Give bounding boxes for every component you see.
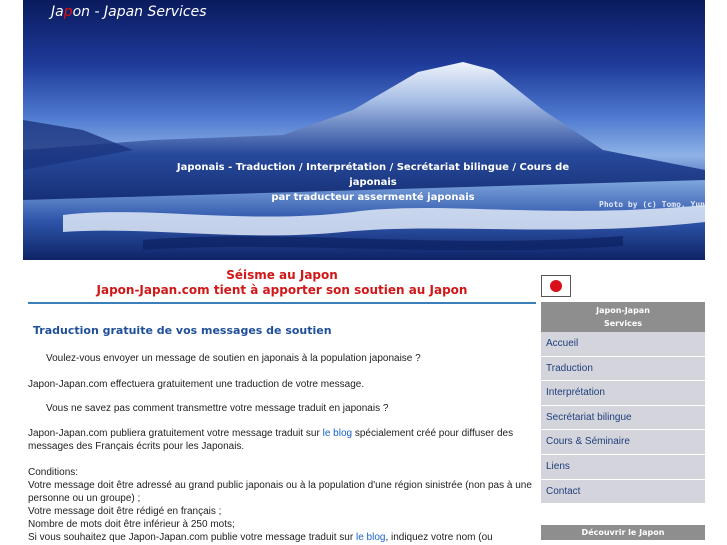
tagline-line-1: Japonais - Traduction / Interprétation /… [176,162,570,188]
sidebar-header: Japon-Japan Services [541,302,705,332]
paragraph: Vous ne savez pas comment transmettre vo… [46,403,389,414]
sidebar: Japon-Japan Services Accueil Traduction … [541,275,705,505]
paragraph: Japon-Japan.com publiera gratuitement vo… [28,428,514,452]
condition-item: Nombre de mots doit être inférieur à 250… [28,519,235,530]
sidebar-item-liens[interactable]: Liens [541,454,705,480]
condition-item: Votre message doit être rédigé en frança… [28,506,222,517]
mount-fuji-image [23,62,705,260]
earthquake-subtitle: Japon-Japan.com tient à apporter son sou… [96,283,468,297]
japan-flag-icon[interactable] [541,275,571,297]
sidebar-item-interpretation[interactable]: Interprétation [541,381,705,406]
condition-item: Votre message doit être adressé au grand… [28,480,532,504]
paragraph: Japon-Japan.com effectuera gratuitement … [28,379,365,390]
earthquake-title: Séisme au Japon [226,268,338,282]
blog-link[interactable]: le blog [323,428,352,439]
sidebar-item-accueil[interactable]: Accueil [541,332,705,357]
banner-tagline: Japonais - Traduction / Interprétation /… [163,160,583,205]
discover-japan-header: Découvrir le Japon [541,525,705,540]
condition-item: Si vous souhaitez que Japon-Japan.com pu… [28,532,493,543]
site-logo[interactable]: Japon - Japan Services [51,4,207,20]
paragraph: Voulez-vous envoyer un message de soutie… [46,353,421,364]
sidebar-item-traduction[interactable]: Traduction [541,356,705,382]
header-banner: Japon - Japan Services Japonais - Traduc… [23,0,705,260]
photo-credit: Photo by (c) Tomo. Yun [599,200,705,209]
sidebar-item-cours[interactable]: Cours & Séminaire [541,430,705,455]
tagline-line-2: par traducteur assermenté japonais [271,192,475,203]
sidebar-item-secretariat[interactable]: Secrétariat bilingue [541,405,705,431]
divider [28,302,536,304]
blog-link[interactable]: le blog [356,532,385,543]
section-title: Traduction gratuite de vos messages de s… [33,324,332,337]
main-content: Séisme au Japon Japon-Japan.com tient à … [28,268,536,544]
sidebar-item-contact[interactable]: Contact [541,479,705,505]
article-body: Voulez-vous envoyer un message de soutie… [28,352,536,544]
conditions-label: Conditions: [28,467,79,478]
